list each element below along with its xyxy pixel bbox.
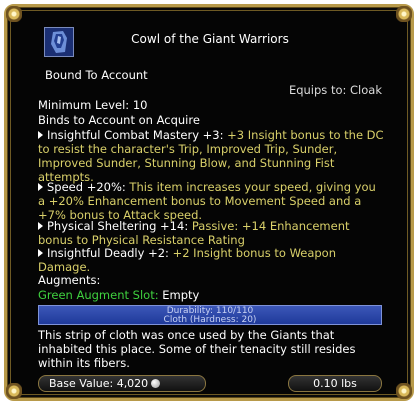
corner-ornament [396,6,412,22]
augment-slot[interactable]: Green Augment Slot: Empty [38,288,386,302]
augments-label: Augments: [38,273,101,287]
item-title: Cowl of the Giant Warriors [131,32,289,46]
bound-status: Bound To Account [45,68,148,82]
corner-ornament [396,383,412,399]
equip-slot: Equips to: Cloak [288,83,382,97]
base-value-box: Base Value: 4,020 [38,375,206,392]
effect-name: Physical Sheltering +14: [47,219,189,233]
tooltip-footer: Base Value: 4,020 0.10 lbs [38,375,382,392]
effect-name: Speed +20%: [47,180,126,194]
bullet-arrow-icon [38,183,43,191]
effect-name: Insightful Combat Mastery +3: [47,128,224,142]
base-value: Base Value: 4,020 [49,377,149,390]
weight-box: 0.10 lbs [288,375,382,392]
effect-entry: Insightful Combat Mastery +3: +3 Insight… [38,128,386,184]
coin-icon [151,379,161,388]
augment-slot-value: Empty [158,288,200,302]
minimum-level: Minimum Level: 10 [38,98,148,112]
bullet-arrow-icon [38,249,43,257]
effect-name: Insightful Deadly +2: [47,246,169,260]
bullet-arrow-icon [38,131,43,139]
effect-entry: Speed +20%: This item increases your spe… [38,180,386,222]
material-hardness: Cloth (Hardness: 20) [163,315,257,325]
effect-entry: Insightful Deadly +2: +2 Insight bonus t… [38,246,386,274]
binding-rule: Binds to Account on Acquire [38,113,200,127]
corner-ornament [6,383,22,399]
augment-slot-label: Green Augment Slot: [38,288,159,302]
item-weight: 0.10 lbs [313,377,357,390]
durability-bar: Durability: 110/110 Cloth (Hardness: 20) [38,305,382,325]
bullet-arrow-icon [38,222,43,230]
item-description: This strip of cloth was once used by the… [38,328,356,370]
corner-ornament [6,6,22,22]
effect-entry: Physical Sheltering +14: Passive: +14 En… [38,219,386,247]
